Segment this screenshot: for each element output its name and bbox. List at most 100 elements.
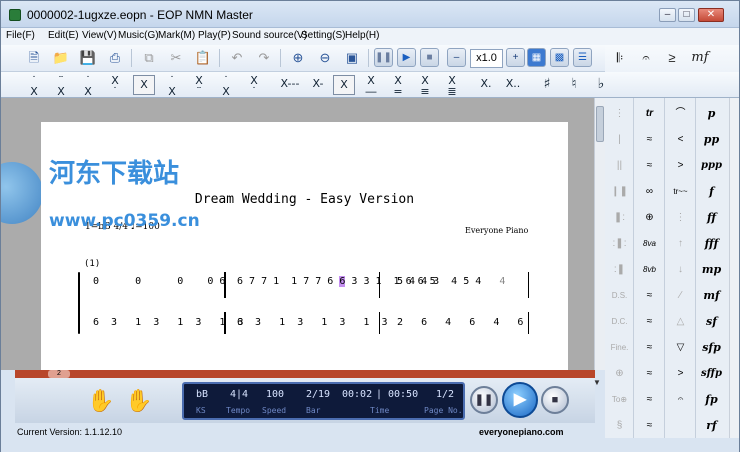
note-x-dot-below-icon[interactable]: ˙ X [215,75,237,97]
dynamic-p[interactable]: p [699,102,724,126]
dynamic-ppp[interactable]: ppp [699,154,724,178]
slash-2-icon[interactable]: ≈ [637,310,662,334]
play-button[interactable]: ▶ [397,48,416,67]
note-x-64th-icon[interactable]: X ≣ [441,75,463,97]
play-round-button[interactable]: ▶ [502,382,538,418]
redo-icon[interactable]: ↷ [253,48,275,69]
slash-4-icon[interactable]: ≈ [637,362,662,386]
turn-icon[interactable]: ∞ [637,180,662,204]
pause-round-button[interactable]: ❚❚ [470,386,498,414]
note-x-eighth-icon[interactable]: X ― [360,75,382,97]
note-x-low-icon[interactable]: X ˙ [104,75,126,97]
right-hand-icon[interactable]: ✋ [125,388,152,414]
arrow-up-icon[interactable]: ↑ [668,232,693,256]
sharp-icon[interactable]: ♯ [536,75,558,95]
fine-label[interactable]: Fine. [607,336,632,360]
natural-icon[interactable]: ♮ [563,75,585,95]
triangle-down-icon[interactable]: ▽ [668,336,693,360]
ruler-marker[interactable]: 2 [48,370,70,378]
save-icon[interactable]: 💾 [77,48,99,69]
slash-5-icon[interactable]: ≈ [637,388,662,412]
zoom-in-icon[interactable]: ⊕ [287,48,309,69]
repeat-start-alt-icon[interactable]: ❚: [607,206,632,230]
position-ruler[interactable]: 2 [15,370,595,378]
note-dotted-icon[interactable]: X. [475,75,497,95]
flat-icon[interactable]: ♭ [590,75,612,95]
score-area[interactable]: Dream Wedding - Easy Version 1=bB 4/4 ♩=… [1,98,594,370]
dynamic-f[interactable]: f [699,180,724,204]
repeat-both-icon[interactable]: :❚: [607,232,632,256]
glissando-icon[interactable]: ∕ [668,284,693,308]
barline-final-icon[interactable]: ❙❚ [607,180,632,204]
note-x-underdot-icon[interactable]: X ˙ [243,75,265,97]
speed-field[interactable]: x1.0 [470,49,503,68]
minimize-button[interactable]: – [659,8,676,22]
accent-mark-icon[interactable]: > [668,362,693,386]
note-x-boxed-icon[interactable]: X [133,75,155,95]
speed-up-button[interactable]: + [506,48,525,67]
dynamic-sf[interactable]: sf [699,310,724,334]
to-coda-label[interactable]: To⊕ [607,388,632,412]
note-x-32nd-icon[interactable]: X ≡ [414,75,436,97]
slash-3-icon[interactable]: ≈ [637,336,662,360]
dc-label[interactable]: D.C. [607,310,632,334]
note-x-underline-icon[interactable]: ˙X― [161,75,183,108]
dynamic-pp[interactable]: pp [699,128,724,152]
dynamic-mf[interactable]: mf [699,284,724,308]
dotted-line-icon[interactable]: ⋮ [668,206,693,230]
dynamic-mf-top[interactable]: mf [689,48,711,69]
close-button[interactable]: ✕ [698,8,724,22]
copy-icon[interactable]: ⧉ [138,48,160,69]
slur-icon[interactable]: ⌒ [668,102,693,126]
print-icon[interactable]: ⎙ [104,48,126,69]
slash-1-icon[interactable]: ≈ [637,284,662,308]
note-x-dash-icon[interactable]: X- [307,75,329,95]
note-x-high-icon[interactable]: ˙ X [77,75,99,97]
inverted-mordent-icon[interactable]: ≈ [637,154,662,178]
maximize-button[interactable]: □ [678,8,695,22]
dynamic-sfp[interactable]: sfp [699,336,724,360]
segno-icon[interactable]: § [607,414,632,438]
note-x-rest-icon[interactable]: X [333,75,355,95]
ds-label[interactable]: D.S. [607,284,632,308]
decrescendo-icon[interactable]: > [668,154,693,178]
fermata-icon[interactable]: 𝄐 [635,48,657,69]
view-mode-icon[interactable]: ▦ [527,48,546,67]
menu-setting[interactable]: Setting(S) [301,30,345,41]
collapse-arrow-icon[interactable]: ▼ [593,378,601,387]
scrollbar-thumb[interactable] [596,106,604,142]
note-x-sixteenth-icon[interactable]: X = [387,75,409,97]
dynamic-ff[interactable]: ff [699,206,724,230]
menu-view[interactable]: View(V) [82,30,117,41]
barline-single-icon[interactable]: | [607,128,632,152]
open-folder-icon[interactable]: 📁 [50,48,72,69]
layout-icon[interactable]: ☰ [573,48,592,67]
left-hand-icon[interactable]: ✋ [87,388,114,414]
menu-file[interactable]: File(F) [6,30,35,41]
stop-round-button[interactable]: ■ [541,386,569,414]
fit-page-icon[interactable]: ▣ [341,48,363,69]
marks-scrollbar[interactable] [729,98,739,438]
repeat-start-icon[interactable]: 𝄆 [609,48,631,69]
dynamic-rf[interactable]: rf [699,414,724,438]
fermata-mark-icon[interactable]: 𝄐 [668,388,693,412]
coda-icon[interactable]: ⊕ [607,362,632,386]
trill-label[interactable]: tr [637,102,662,126]
slash-6-icon[interactable]: ≈ [637,414,662,438]
ottava-up-label[interactable]: 8va [637,232,662,256]
repeat-dots-icon[interactable]: ⋮ [607,102,632,126]
menu-help[interactable]: Help(H) [345,30,379,41]
repeat-end-icon[interactable]: :❚ [607,258,632,282]
score-scrollbar[interactable] [594,98,605,370]
stop-button[interactable]: ■ [420,48,439,67]
note-double-dotted-icon[interactable]: X.. [502,75,524,95]
note-x-double-low-icon[interactable]: X ¨ [188,75,210,97]
menu-edit[interactable]: Edit(E) [48,30,79,41]
note-x-dot-above-icon[interactable]: ˙X˙ [23,75,45,108]
paste-icon[interactable]: 📋 [192,48,214,69]
triangle-up-icon[interactable]: △ [668,310,693,334]
menu-sound-source[interactable]: Sound source(V) [232,30,307,41]
dynamic-mp[interactable]: mp [699,258,724,282]
barline-double-icon[interactable]: || [607,154,632,178]
view-mode-alt-icon[interactable]: ▩ [550,48,569,67]
